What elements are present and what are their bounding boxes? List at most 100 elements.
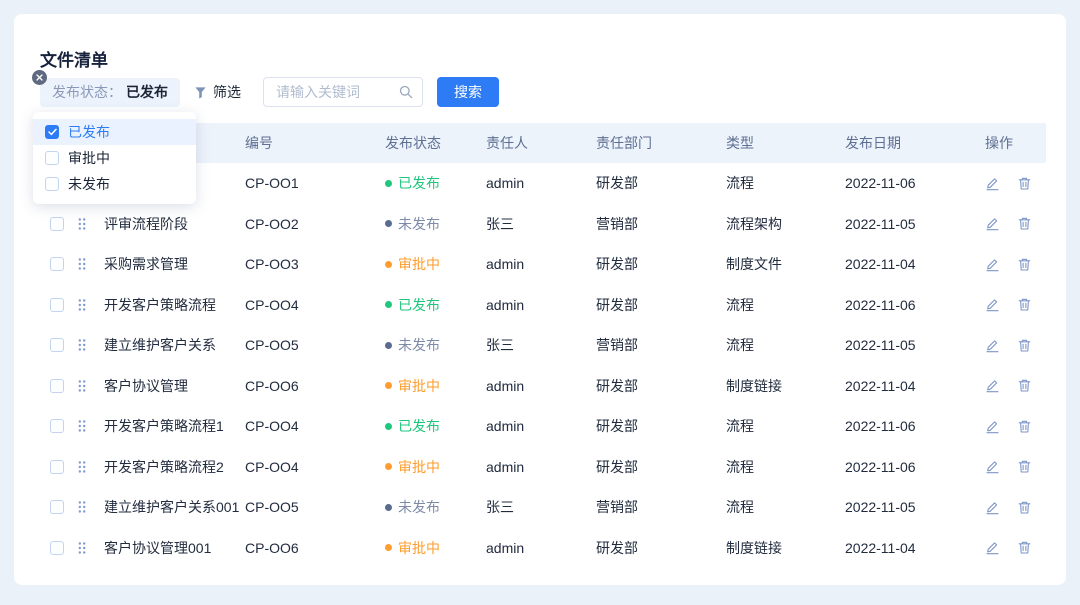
delete-button[interactable]	[1017, 378, 1032, 393]
filter-button[interactable]: 筛选	[194, 82, 241, 102]
trash-icon	[1017, 257, 1032, 272]
header-status: 发布状态	[385, 133, 486, 153]
row-checkbox[interactable]	[50, 541, 64, 555]
edit-button[interactable]	[985, 378, 1000, 393]
checkbox[interactable]	[45, 177, 59, 191]
file-code: CP-OO6	[245, 540, 385, 556]
drag-handle-icon[interactable]	[78, 461, 86, 473]
publish-status: 审批中	[385, 457, 486, 477]
file-type: 流程	[726, 335, 845, 355]
drag-handle-icon[interactable]	[78, 258, 86, 270]
remove-filter-button[interactable]	[32, 70, 47, 85]
drag-handle-icon[interactable]	[78, 501, 86, 513]
edit-button[interactable]	[985, 297, 1000, 312]
edit-button[interactable]	[985, 459, 1000, 474]
search-button[interactable]: 搜索	[437, 77, 499, 107]
edit-pencil-icon	[985, 500, 1000, 515]
header-owner: 责任人	[486, 133, 596, 153]
checkbox[interactable]	[45, 125, 59, 139]
row-checkbox[interactable]	[50, 257, 64, 271]
trash-icon	[1017, 540, 1032, 555]
file-code: CP-OO5	[245, 337, 385, 353]
department: 研发部	[596, 295, 726, 315]
publish-status: 审批中	[385, 254, 486, 274]
row-checkbox[interactable]	[50, 338, 64, 352]
file-name: 采购需求管理	[104, 254, 245, 274]
owner: admin	[486, 175, 596, 191]
publish-date: 2022-11-04	[845, 256, 985, 272]
drag-handle-icon[interactable]	[78, 420, 86, 432]
dropdown-option-unpublished[interactable]: 未发布	[33, 171, 196, 197]
publish-status-dropdown: 已发布 审批中 未发布	[33, 112, 196, 204]
delete-button[interactable]	[1017, 176, 1032, 191]
status-text: 未发布	[398, 335, 440, 355]
publish-status: 未发布	[385, 335, 486, 355]
department: 研发部	[596, 416, 726, 436]
file-list-card: 文件清单 发布状态： 已发布 筛选 搜索	[14, 14, 1066, 585]
drag-handle-icon[interactable]	[78, 218, 86, 230]
delete-button[interactable]	[1017, 297, 1032, 312]
trash-icon	[1017, 338, 1032, 353]
edit-button[interactable]	[985, 338, 1000, 353]
owner: 张三	[486, 497, 596, 517]
department: 营销部	[596, 335, 726, 355]
publish-status: 审批中	[385, 538, 486, 558]
row-checkbox[interactable]	[50, 419, 64, 433]
publish-status-filter-chip[interactable]: 发布状态： 已发布	[40, 78, 180, 107]
drag-handle-icon[interactable]	[78, 380, 86, 392]
file-code: CP-OO2	[245, 216, 385, 232]
close-icon	[36, 74, 43, 81]
header-actions: 操作	[985, 133, 1046, 153]
status-text: 审批中	[398, 254, 440, 274]
edit-button[interactable]	[985, 500, 1000, 515]
file-type: 流程	[726, 416, 845, 436]
edit-button[interactable]	[985, 540, 1000, 555]
dropdown-option-approving[interactable]: 审批中	[33, 145, 196, 171]
trash-icon	[1017, 500, 1032, 515]
publish-status: 审批中	[385, 376, 486, 396]
delete-button[interactable]	[1017, 257, 1032, 272]
drag-handle-icon[interactable]	[78, 542, 86, 554]
row-checkbox[interactable]	[50, 500, 64, 514]
row-checkbox[interactable]	[50, 217, 64, 231]
delete-button[interactable]	[1017, 459, 1032, 474]
header-dept: 责任部门	[596, 133, 726, 153]
owner: admin	[486, 459, 596, 475]
delete-button[interactable]	[1017, 540, 1032, 555]
table-row: 建立维护客户关系 CP-OO5 未发布 张三 营销部 流程 2022-11-05	[40, 325, 1046, 366]
edit-button[interactable]	[985, 419, 1000, 434]
row-checkbox[interactable]	[50, 379, 64, 393]
keyword-search-input[interactable]	[263, 77, 423, 107]
row-checkbox[interactable]	[50, 298, 64, 312]
status-dot-icon	[385, 544, 392, 551]
edit-pencil-icon	[985, 419, 1000, 434]
delete-button[interactable]	[1017, 500, 1032, 515]
checkbox[interactable]	[45, 151, 59, 165]
dropdown-option-published[interactable]: 已发布	[33, 119, 196, 145]
edit-button[interactable]	[985, 176, 1000, 191]
file-code: CP-OO4	[245, 418, 385, 434]
drag-handle-icon[interactable]	[78, 299, 86, 311]
status-dot-icon	[385, 342, 392, 349]
owner: admin	[486, 256, 596, 272]
delete-button[interactable]	[1017, 338, 1032, 353]
status-dot-icon	[385, 180, 392, 187]
edit-pencil-icon	[985, 378, 1000, 393]
department: 营销部	[596, 497, 726, 517]
status-dot-icon	[385, 504, 392, 511]
row-checkbox[interactable]	[50, 460, 64, 474]
edit-button[interactable]	[985, 216, 1000, 231]
drag-handle-icon[interactable]	[78, 339, 86, 351]
trash-icon	[1017, 419, 1032, 434]
delete-button[interactable]	[1017, 216, 1032, 231]
filter-chip-value: 已发布	[126, 82, 168, 102]
file-code: CP-OO5	[245, 499, 385, 515]
trash-icon	[1017, 176, 1032, 191]
publish-date: 2022-11-06	[845, 418, 985, 434]
file-type: 制度文件	[726, 254, 845, 274]
owner: admin	[486, 418, 596, 434]
file-type: 流程	[726, 457, 845, 477]
edit-button[interactable]	[985, 257, 1000, 272]
delete-button[interactable]	[1017, 419, 1032, 434]
table-row: 客户协议管理 CP-OO6 审批中 admin 研发部 制度链接 2022-11…	[40, 366, 1046, 407]
